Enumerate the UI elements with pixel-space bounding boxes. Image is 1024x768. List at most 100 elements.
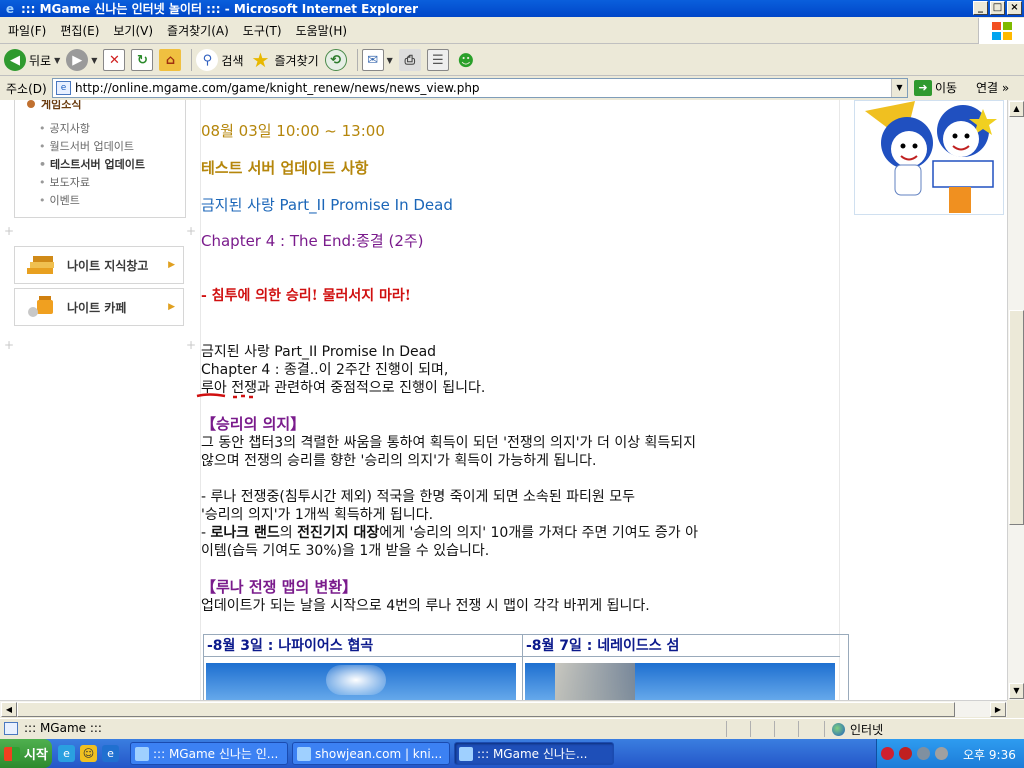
star-icon: ★ xyxy=(251,48,270,72)
url-field[interactable]: e http://online.mgame.com/game/knight_re… xyxy=(52,78,908,98)
messenger-button[interactable]: ☻ xyxy=(455,49,477,71)
close-button[interactable]: × xyxy=(1007,1,1022,15)
menu-tools[interactable]: 도구(T) xyxy=(243,22,282,39)
subnav-item-world-update[interactable]: • 월드서버 업데이트 xyxy=(39,138,145,156)
map-date-label: -8월 3일 : 나파이어스 협곡 xyxy=(204,635,522,657)
chevron-down-icon[interactable]: ▼ xyxy=(91,56,97,65)
toolbar-divider xyxy=(356,49,358,71)
intro-line: 금지된 사랑 Part_II Promise In Dead xyxy=(201,344,437,360)
search-label: 검색 xyxy=(221,53,244,68)
victory-will-title: 【승리의 의지】 xyxy=(201,415,306,433)
go-arrow-icon: ➜ xyxy=(914,79,932,96)
subnav-item-notice[interactable]: • 공지사항 xyxy=(39,120,145,138)
toolbar-divider xyxy=(191,49,193,71)
forward-button[interactable]: ▶ ▼ xyxy=(66,49,97,71)
vertical-scroll-thumb[interactable] xyxy=(1009,310,1024,525)
chevron-right-icon: ▶ xyxy=(168,260,175,270)
minimize-button[interactable]: _ xyxy=(973,1,988,15)
chevron-down-icon[interactable]: ▼ xyxy=(387,56,393,65)
section1-bullet-2-cont: 이템(습득 기여도 30%)을 1개 받을 수 있습니다. xyxy=(201,543,490,559)
printer-icon: ⎙ xyxy=(398,49,421,71)
article: 08월 03일 10:00 ~ 13:00 테스트 서버 업데이트 사항 금지된… xyxy=(196,100,849,700)
status-left: ::: MGame ::: xyxy=(4,721,102,735)
scroll-down-icon[interactable]: ▼ xyxy=(1009,683,1024,699)
knowledge-label: 나이트 지식창고 xyxy=(67,258,149,273)
menu-bar: 파일(F) 편집(E) 보기(V) 즐겨찾기(A) 도구(T) 도움말(H) xyxy=(0,18,1024,44)
system-tray: 오후 9:36 xyxy=(876,739,1024,768)
section1-line: 않으며 전쟁의 승리를 향한 '승리의 의지'가 획득이 가능하게 됩니다. xyxy=(201,453,597,469)
mail-button[interactable]: ✉ ▼ xyxy=(361,49,393,71)
subnav-list: • 공지사항 • 월드서버 업데이트 • 테스트서버 업데이트 • 보도자료 • 이벤트 xyxy=(39,120,145,210)
windows-logo-icon xyxy=(978,18,1024,44)
links-button[interactable]: 연결 » xyxy=(976,79,1009,96)
print-button[interactable]: ⎙ xyxy=(398,49,421,71)
menu-file[interactable]: 파일(F) xyxy=(8,22,46,39)
subnav-item-event[interactable]: • 이벤트 xyxy=(39,192,145,210)
zone-label: 인터넷 xyxy=(850,723,884,737)
search-icon: ⚲ xyxy=(196,49,219,71)
chapter-heading: Chapter 4 : The End:종결 (2주) xyxy=(201,232,424,250)
menu-edit[interactable]: 편집(E) xyxy=(60,22,99,39)
quicklaunch-messenger-icon[interactable]: ☺ xyxy=(80,745,97,762)
quicklaunch-browser-icon[interactable]: e xyxy=(102,745,119,762)
tray-volume-icon[interactable] xyxy=(935,747,948,760)
refresh-button[interactable]: ↻ xyxy=(131,49,154,71)
chevron-down-icon[interactable]: ▼ xyxy=(891,79,907,97)
quicklaunch-ie-icon[interactable]: e xyxy=(58,745,75,762)
victory-heading: - 침투에 의한 승리! 물러서지 마라! xyxy=(201,288,411,304)
favorites-button[interactable]: ★ 즐겨찾기 xyxy=(250,48,319,72)
page-icon xyxy=(4,721,18,735)
url-text: http://online.mgame.com/game/knight_rene… xyxy=(75,81,480,95)
ie-icon xyxy=(297,747,311,761)
favorites-label: 즐겨찾기 xyxy=(274,53,319,68)
edit-button[interactable]: ☰ xyxy=(426,49,449,71)
back-button[interactable]: ◀ 뒤로 ▼ xyxy=(4,49,60,71)
search-button[interactable]: ⚲ 검색 xyxy=(196,49,244,71)
taskbar-item-active[interactable]: ::: MGame 신나는... xyxy=(454,742,614,765)
knowledge-button[interactable]: 나이트 지식창고 ▶ xyxy=(14,246,184,284)
scroll-left-icon[interactable]: ◀ xyxy=(1,702,17,717)
scroll-up-icon[interactable]: ▲ xyxy=(1009,101,1024,117)
menu-favorites[interactable]: 즐겨찾기(A) xyxy=(167,22,229,39)
maximize-button[interactable]: □ xyxy=(990,1,1005,15)
messenger-icon: ☻ xyxy=(457,50,475,70)
corner-mark: + xyxy=(4,224,15,238)
chevron-down-icon[interactable]: ▼ xyxy=(54,56,60,65)
tray-shield-icon[interactable] xyxy=(899,747,912,760)
stop-icon: ✕ xyxy=(103,49,126,71)
windows-flag-icon xyxy=(4,746,20,761)
toolbar: ◀ 뒤로 ▼ ▶ ▼ ✕ ↻ ⌂ ⚲ 검색 ★ 즐겨찾기 ⟲ ✉ ▼ ⎙ ☰ ☻ xyxy=(0,45,1024,76)
vertical-scrollbar[interactable]: ▲ ▼ xyxy=(1007,100,1024,700)
ie-icon: e xyxy=(5,1,15,16)
horizontal-scroll-thumb[interactable] xyxy=(17,702,955,717)
menu-view[interactable]: 보기(V) xyxy=(113,22,153,39)
campaign-banner[interactable] xyxy=(854,100,1004,215)
page-icon: e xyxy=(56,81,71,95)
history-button[interactable]: ⟲ xyxy=(324,49,347,71)
taskbar-item[interactable]: ::: MGame 신나는 인... xyxy=(130,742,288,765)
map-change-line: 업데이트가 되는 날을 시작으로 4번의 루나 전쟁 시 맵이 각각 바뀌게 됩… xyxy=(201,598,650,614)
page-viewport: 게임소식 • 공지사항 • 월드서버 업데이트 • 테스트서버 업데이트 • 보도자료 … xyxy=(0,100,1007,700)
scroll-right-icon[interactable]: ▶ xyxy=(990,702,1006,717)
chevron-right-icon: ▶ xyxy=(168,302,175,312)
stop-button[interactable]: ✕ xyxy=(103,49,126,71)
history-icon: ⟲ xyxy=(324,49,347,71)
subnav-category: 게임소식 xyxy=(27,100,81,112)
start-button[interactable]: 시작 xyxy=(0,739,52,768)
go-label: 이동 xyxy=(935,81,958,95)
subnav-item-press[interactable]: • 보도자료 xyxy=(39,174,145,192)
subnav-item-test-update[interactable]: • 테스트서버 업데이트 xyxy=(39,156,145,174)
corner-mark: + xyxy=(186,224,197,238)
menu-help[interactable]: 도움말(H) xyxy=(296,22,348,39)
cafe-label: 나이트 카페 xyxy=(67,300,127,315)
links-label: 연결 xyxy=(976,81,999,95)
horizontal-scrollbar[interactable]: ◀ ▶ xyxy=(0,700,1007,717)
tray-network-icon[interactable] xyxy=(917,747,930,760)
go-button[interactable]: ➜ 이동 xyxy=(914,79,957,96)
cafe-button[interactable]: 나이트 카페 ▶ xyxy=(14,288,184,326)
taskbar-item[interactable]: showjean.com | kni... xyxy=(292,742,450,765)
home-button[interactable]: ⌂ xyxy=(159,49,182,71)
status-bar: ::: MGame ::: 인터넷 xyxy=(0,718,1024,738)
tray-ime-icon[interactable] xyxy=(881,747,894,760)
left-column: 게임소식 • 공지사항 • 월드서버 업데이트 • 테스트서버 업데이트 • 보도자료 … xyxy=(0,100,200,700)
